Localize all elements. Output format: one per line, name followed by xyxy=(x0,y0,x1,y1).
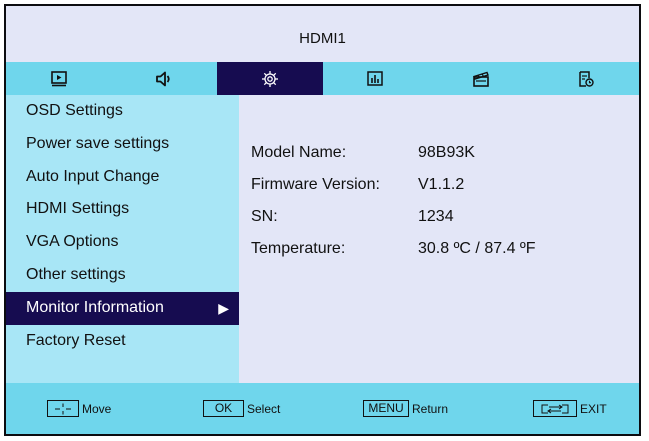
menu-item-hdmi-settings[interactable]: HDMI Settings xyxy=(6,193,239,226)
menu-item-label: Power save settings xyxy=(26,134,170,152)
hint-return: MENU Return xyxy=(363,400,448,417)
menu-item-label: OSD Settings xyxy=(26,102,123,119)
hint-label: Return xyxy=(412,401,449,416)
info-value: 1234 xyxy=(418,208,454,225)
info-row-firmware-version: Firmware Version: V1.1.2 xyxy=(251,176,464,196)
info-label: Model Name: xyxy=(251,144,347,161)
menu-item-factory-reset[interactable]: Factory Reset xyxy=(6,325,239,358)
hint-label: Move xyxy=(82,401,112,416)
menu-item-power-save-settings[interactable]: Power save settings xyxy=(6,128,239,161)
schedule-icon xyxy=(579,70,594,87)
info-row-sn: SN: 1234 xyxy=(251,208,454,228)
exit-input-icon xyxy=(541,404,569,413)
settings-gear-icon xyxy=(261,70,278,87)
osd-title: HDMI1 xyxy=(6,6,639,62)
tab-bar xyxy=(6,62,639,95)
tab-audio[interactable] xyxy=(112,62,218,95)
info-row-temperature: Temperature: 30.8 ºC / 87.4 ºF xyxy=(251,240,536,260)
move-arrows-icon xyxy=(55,403,71,414)
key-hint-bar: Move OK Select MENU Return EXIT xyxy=(6,383,639,434)
info-label: Firmware Version: xyxy=(251,176,380,193)
menu-item-label: Monitor Information xyxy=(26,298,164,316)
hint-label: Select xyxy=(247,401,281,416)
info-label: SN: xyxy=(251,208,278,225)
menu-item-other-settings[interactable]: Other settings xyxy=(6,259,239,292)
ok-key: OK xyxy=(203,400,244,417)
hint-label: EXIT xyxy=(580,401,607,416)
info-value: 98B93K xyxy=(418,144,475,161)
input-key xyxy=(533,400,577,417)
menu-item-vga-options[interactable]: VGA Options xyxy=(6,226,239,259)
menu-item-monitor-information[interactable]: Monitor Information ▶ xyxy=(6,291,239,325)
monitor-info-panel: Model Name: 98B93K Firmware Version: V1.… xyxy=(239,95,639,383)
clapperboard-icon xyxy=(472,71,489,87)
hint-select: OK Select xyxy=(203,400,280,417)
menu-item-osd-settings[interactable]: OSD Settings xyxy=(6,95,239,128)
menu-item-label: Factory Reset xyxy=(26,331,126,349)
osd-window: HDMI1 OSD Settings Power save settings A… xyxy=(4,4,641,436)
settings-menu: OSD Settings Power save settings Auto In… xyxy=(6,95,239,383)
info-value: 30.8 ºC / 87.4 ºF xyxy=(418,240,536,257)
speaker-icon xyxy=(156,71,170,86)
play-arrow-icon: ▶ xyxy=(218,299,229,316)
tab-schedule[interactable] xyxy=(534,62,640,95)
menu-item-label: HDMI Settings xyxy=(26,200,130,218)
info-label: Temperature: xyxy=(251,240,346,257)
equalizer-icon xyxy=(367,70,383,86)
hint-exit: EXIT xyxy=(533,400,607,417)
menu-item-label: VGA Options xyxy=(26,233,119,251)
move-key xyxy=(47,400,79,417)
picture-icon xyxy=(50,70,67,86)
tab-scene[interactable] xyxy=(428,62,534,95)
menu-key: MENU xyxy=(363,400,409,417)
tab-color[interactable] xyxy=(323,62,429,95)
menu-item-auto-input-change[interactable]: Auto Input Change xyxy=(6,161,239,194)
tab-picture[interactable] xyxy=(6,62,112,95)
info-row-model-name: Model Name: 98B93K xyxy=(251,144,475,164)
menu-item-label: Auto Input Change xyxy=(26,167,160,185)
menu-item-label: Other settings xyxy=(26,265,126,283)
info-value: V1.1.2 xyxy=(418,176,465,193)
hint-move: Move xyxy=(47,400,111,417)
tab-settings[interactable] xyxy=(217,62,323,95)
